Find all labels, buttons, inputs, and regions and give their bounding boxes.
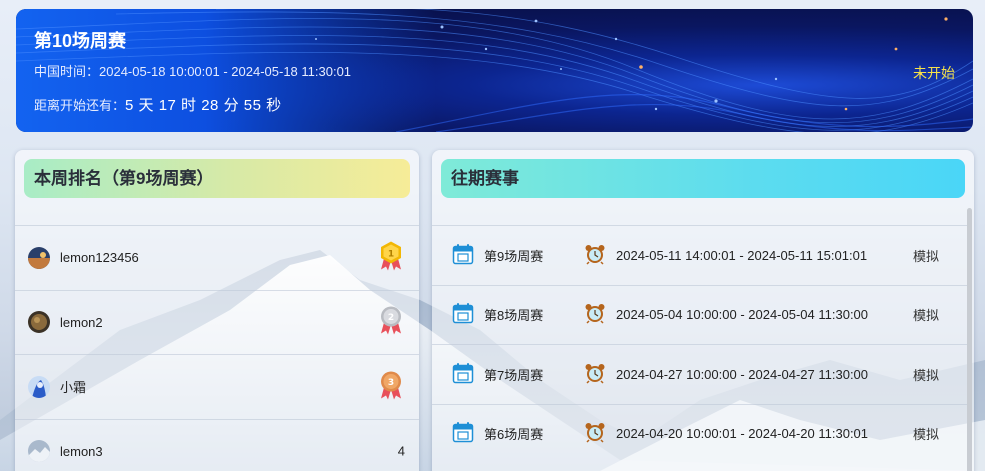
- user-name[interactable]: lemon2: [60, 315, 103, 330]
- simulate-button[interactable]: 模拟: [913, 424, 939, 443]
- avatar: [28, 375, 50, 398]
- alarm-clock-icon: [584, 243, 606, 268]
- current-contest-banner[interactable]: 第10场周赛 中国时间：2024-05-18 10:00:01 - 2024-0…: [16, 9, 973, 132]
- calendar-icon: [452, 421, 474, 446]
- weekly-ranking-panel: 本周排名（第9场周赛） lemon123456 1 lemon2 2 小霜 3 …: [15, 150, 419, 471]
- past-contests-panel: 往期赛事 第9场周赛 2024-05-11 14:00:01 - 2024-05…: [432, 150, 974, 471]
- status-badge: 未开始: [913, 65, 955, 81]
- time-range: 2024-05-18 10:00:01 - 2024-05-18 11:30:0…: [99, 64, 352, 79]
- ranking-row[interactable]: 小霜 3: [15, 354, 419, 419]
- avatar: [28, 246, 50, 269]
- alarm-clock-icon: [584, 421, 606, 446]
- simulate-button[interactable]: 模拟: [913, 246, 939, 265]
- medal-rank: 3: [388, 378, 394, 388]
- contest-time-range: 2024-05-04 10:00:00 - 2024-05-04 11:30:0…: [616, 307, 869, 323]
- simulate-button[interactable]: 模拟: [913, 305, 939, 324]
- bronze-medal-icon: 3: [378, 369, 404, 404]
- contest-row[interactable]: 第9场周赛 2024-05-11 14:00:01 - 2024-05-11 1…: [432, 225, 967, 285]
- contest-row[interactable]: 第6场周赛 2024-04-20 10:00:01 - 2024-04-20 1…: [432, 403, 967, 464]
- gold-medal-icon: 1: [378, 240, 404, 275]
- contest-name[interactable]: 第8场周赛: [484, 305, 584, 324]
- contest-name[interactable]: 第6场周赛: [484, 424, 584, 443]
- past-contests-title: 往期赛事: [441, 159, 965, 198]
- countdown-value: 5 天 17 时 28 分 55 秒: [125, 97, 282, 114]
- user-name[interactable]: 小霜: [60, 377, 86, 396]
- scrollbar[interactable]: [967, 208, 972, 471]
- alarm-clock-icon: [584, 362, 606, 387]
- calendar-icon: [452, 243, 474, 268]
- ranking-panel-title: 本周排名（第9场周赛）: [24, 159, 410, 198]
- simulate-button[interactable]: 模拟: [913, 365, 939, 384]
- contest-title: 第10场周赛: [34, 31, 127, 51]
- contest-row[interactable]: 第8场周赛 2024-05-04 10:00:00 - 2024-05-04 1…: [432, 284, 967, 345]
- avatar: [28, 440, 50, 463]
- time-label: 中国时间：: [34, 64, 100, 79]
- alarm-clock-icon: [584, 302, 606, 327]
- contest-name[interactable]: 第9场周赛: [484, 246, 584, 265]
- calendar-icon: [452, 362, 474, 387]
- ranking-row[interactable]: lemon3 4: [15, 418, 419, 471]
- medal-rank: 1: [388, 249, 394, 259]
- avatar: [28, 311, 50, 334]
- ranking-row[interactable]: lemon2 2: [15, 289, 419, 355]
- ranking-row[interactable]: lemon123456 1: [15, 225, 419, 290]
- contest-time-range: 2024-04-27 10:00:00 - 2024-04-27 11:30:0…: [616, 366, 869, 382]
- user-name[interactable]: lemon123456: [60, 250, 139, 265]
- contest-time-range: 2024-05-11 14:00:01 - 2024-05-11 15:01:0…: [616, 247, 868, 263]
- rank-number: 4: [397, 443, 405, 459]
- silver-medal-icon: 2: [378, 305, 404, 340]
- past-contests-list: 第9场周赛 2024-05-11 14:00:01 - 2024-05-11 1…: [432, 225, 967, 463]
- medal-rank: 2: [388, 313, 394, 323]
- countdown: 距离开始还有：5 天 17 时 28 分 55 秒: [34, 94, 282, 115]
- contest-name[interactable]: 第7场周赛: [484, 365, 584, 384]
- calendar-icon: [452, 302, 474, 327]
- contest-time-range: 2024-04-20 10:00:01 - 2024-04-20 11:30:0…: [616, 426, 869, 442]
- contest-row[interactable]: 第7场周赛 2024-04-27 10:00:00 - 2024-04-27 1…: [432, 344, 967, 404]
- user-name[interactable]: lemon3: [60, 444, 103, 459]
- ranking-list: lemon123456 1 lemon2 2 小霜 3 lemon3 4: [15, 225, 419, 471]
- countdown-label: 距离开始还有：: [34, 98, 126, 113]
- contest-time: 中国时间：2024-05-18 10:00:01 - 2024-05-18 11…: [34, 61, 351, 80]
